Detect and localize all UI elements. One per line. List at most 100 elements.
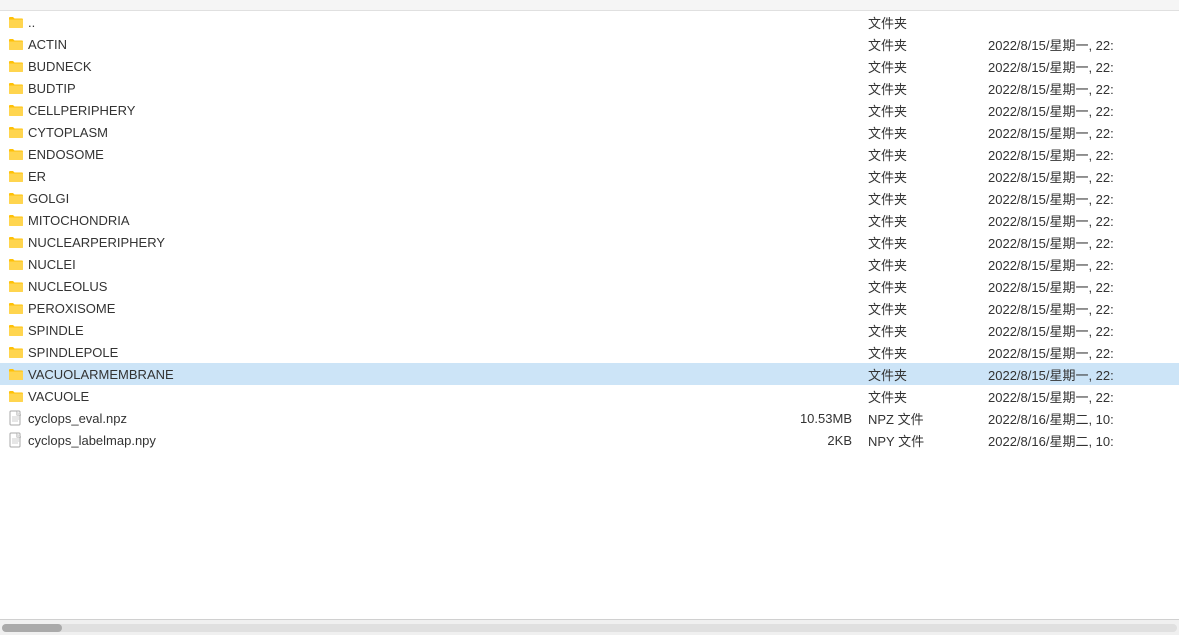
file-list[interactable]: ..文件夹 ACTIN文件夹2022/8/15/星期一, 22: BUDNECK… xyxy=(0,11,1179,619)
folder-row[interactable]: BUDNECK文件夹2022/8/15/星期一, 22: xyxy=(0,55,1179,77)
column-headers xyxy=(0,0,1179,11)
size-cell xyxy=(760,239,860,245)
horizontal-scrollbar[interactable] xyxy=(0,619,1179,635)
folder-name: CELLPERIPHERY xyxy=(28,103,135,118)
folder-icon xyxy=(8,125,24,139)
size-cell xyxy=(760,85,860,91)
folder-name: VACUOLE xyxy=(28,389,89,404)
size-cell xyxy=(760,393,860,399)
folder-name: BUDTIP xyxy=(28,81,76,96)
folder-icon xyxy=(8,59,24,73)
folder-name-cell: NUCLEARPERIPHERY xyxy=(0,232,760,253)
folder-name: MITOCHONDRIA xyxy=(28,213,130,228)
folder-icon xyxy=(8,301,24,315)
size-cell xyxy=(760,129,860,135)
folder-row[interactable]: GOLGI文件夹2022/8/15/星期一, 22: xyxy=(0,187,1179,209)
folder-row[interactable]: VACUOLARMEMBRANE文件夹2022/8/15/星期一, 22: xyxy=(0,363,1179,385)
folder-name-cell: .. xyxy=(0,12,760,33)
file-name-cell: cyclops_eval.npz xyxy=(0,407,760,429)
scrollbar-thumb[interactable] xyxy=(2,624,62,632)
file-name: cyclops_labelmap.npy xyxy=(28,433,156,448)
folder-name-cell: ER xyxy=(0,166,760,187)
size-cell xyxy=(760,327,860,333)
folder-name-cell: VACUOLE xyxy=(0,386,760,407)
folder-name: NUCLEARPERIPHERY xyxy=(28,235,165,250)
folder-row[interactable]: VACUOLE文件夹2022/8/15/星期一, 22: xyxy=(0,385,1179,407)
folder-icon xyxy=(8,323,24,337)
size-cell xyxy=(760,371,860,377)
size-cell xyxy=(760,305,860,311)
folder-icon xyxy=(8,103,24,117)
folder-name: GOLGI xyxy=(28,191,69,206)
folder-icon xyxy=(8,191,24,205)
folder-row[interactable]: ENDOSOME文件夹2022/8/15/星期一, 22: xyxy=(0,143,1179,165)
file-row[interactable]: cyclops_eval.npz10.53MBNPZ 文件2022/8/16/星… xyxy=(0,407,1179,429)
size-cell xyxy=(760,195,860,201)
folder-name-cell: MITOCHONDRIA xyxy=(0,210,760,231)
folder-icon xyxy=(8,37,24,51)
folder-name-cell: BUDTIP xyxy=(0,78,760,99)
folder-row[interactable]: SPINDLE文件夹2022/8/15/星期一, 22: xyxy=(0,319,1179,341)
folder-row[interactable]: SPINDLEPOLE文件夹2022/8/15/星期一, 22: xyxy=(0,341,1179,363)
file-icon xyxy=(8,432,24,448)
size-cell xyxy=(760,349,860,355)
folder-row[interactable]: NUCLEARPERIPHERY文件夹2022/8/15/星期一, 22: xyxy=(0,231,1179,253)
file-name-cell: cyclops_labelmap.npy xyxy=(0,429,760,451)
col-name-header[interactable] xyxy=(0,2,760,8)
modified-cell: 2022/8/16/星期二, 10: xyxy=(980,428,1179,453)
folder-name-cell: ACTIN xyxy=(0,34,760,55)
folder-name-cell: PEROXISOME xyxy=(0,298,760,319)
col-modified-header[interactable] xyxy=(980,2,1179,8)
size-cell xyxy=(760,107,860,113)
folder-name: CYTOPLASM xyxy=(28,125,108,140)
folder-icon xyxy=(8,81,24,95)
size-cell xyxy=(760,283,860,289)
folder-name-cell: CELLPERIPHERY xyxy=(0,100,760,121)
folder-name: NUCLEOLUS xyxy=(28,279,107,294)
file-icon xyxy=(8,410,24,426)
folder-name-cell: CYTOPLASM xyxy=(0,122,760,143)
folder-icon xyxy=(8,15,24,29)
size-cell xyxy=(760,151,860,157)
folder-icon xyxy=(8,169,24,183)
folder-icon xyxy=(8,257,24,271)
folder-row[interactable]: PEROXISOME文件夹2022/8/15/星期一, 22: xyxy=(0,297,1179,319)
folder-name: PEROXISOME xyxy=(28,301,115,316)
file-name: cyclops_eval.npz xyxy=(28,411,127,426)
size-cell xyxy=(760,261,860,267)
folder-row[interactable]: BUDTIP文件夹2022/8/15/星期一, 22: xyxy=(0,77,1179,99)
folder-name-cell: ENDOSOME xyxy=(0,144,760,165)
scrollbar-track[interactable] xyxy=(2,624,1177,632)
folder-name: SPINDLE xyxy=(28,323,84,338)
folder-name-cell: NUCLEI xyxy=(0,254,760,275)
folder-name: VACUOLARMEMBRANE xyxy=(28,367,174,382)
modified-cell xyxy=(980,19,1179,25)
folder-name-cell: VACUOLARMEMBRANE xyxy=(0,364,760,385)
folder-row[interactable]: NUCLEI文件夹2022/8/15/星期一, 22: xyxy=(0,253,1179,275)
folder-name: ENDOSOME xyxy=(28,147,104,162)
folder-name-cell: SPINDLE xyxy=(0,320,760,341)
folder-icon xyxy=(8,389,24,403)
col-type-header[interactable] xyxy=(860,2,980,8)
folder-icon xyxy=(8,147,24,161)
folder-icon xyxy=(8,279,24,293)
folder-name: NUCLEI xyxy=(28,257,76,272)
folder-row[interactable]: NUCLEOLUS文件夹2022/8/15/星期一, 22: xyxy=(0,275,1179,297)
folder-name: ER xyxy=(28,169,46,184)
type-cell: NPY 文件 xyxy=(860,428,980,453)
folder-row[interactable]: CELLPERIPHERY文件夹2022/8/15/星期一, 22: xyxy=(0,99,1179,121)
size-cell xyxy=(760,173,860,179)
folder-name: SPINDLEPOLE xyxy=(28,345,118,360)
folder-name: .. xyxy=(28,15,35,30)
folder-icon xyxy=(8,235,24,249)
file-row[interactable]: cyclops_labelmap.npy2KBNPY 文件2022/8/16/星… xyxy=(0,429,1179,451)
folder-row[interactable]: ..文件夹 xyxy=(0,11,1179,33)
folder-icon xyxy=(8,367,24,381)
folder-icon xyxy=(8,213,24,227)
folder-row[interactable]: ER文件夹2022/8/15/星期一, 22: xyxy=(0,165,1179,187)
folder-row[interactable]: MITOCHONDRIA文件夹2022/8/15/星期一, 22: xyxy=(0,209,1179,231)
folder-icon xyxy=(8,345,24,359)
col-size-header[interactable] xyxy=(760,2,860,8)
folder-row[interactable]: ACTIN文件夹2022/8/15/星期一, 22: xyxy=(0,33,1179,55)
folder-row[interactable]: CYTOPLASM文件夹2022/8/15/星期一, 22: xyxy=(0,121,1179,143)
